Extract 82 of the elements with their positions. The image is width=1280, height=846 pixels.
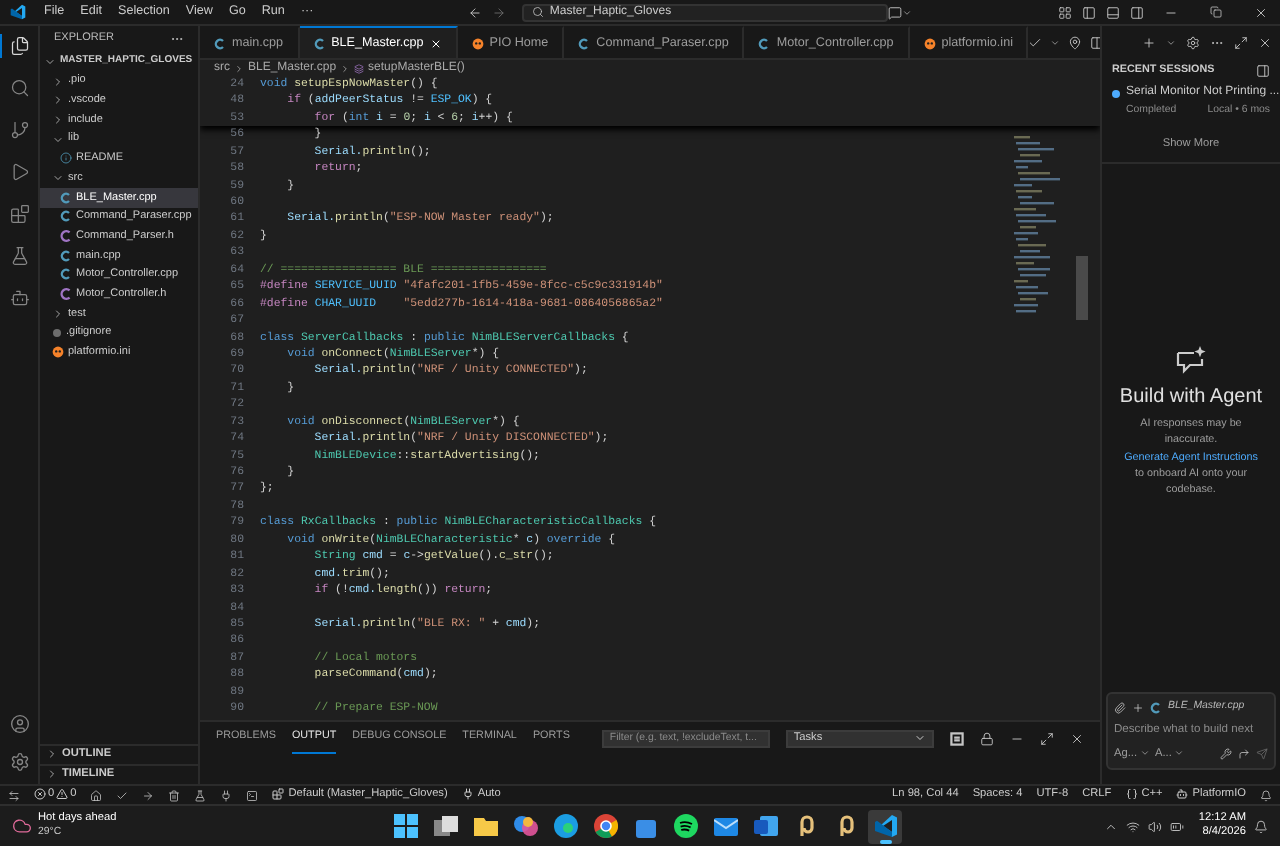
cpp-file-icon [214, 37, 226, 49]
blocks-icon [272, 788, 285, 801]
dot-icon [52, 327, 62, 338]
chevron-down-icon [52, 133, 64, 146]
trash-icon[interactable] [168, 789, 181, 801]
warning-icon [56, 788, 69, 801]
home-icon[interactable] [90, 789, 103, 801]
browser-ring-icon[interactable] [588, 809, 622, 843]
panel-bottom-icon[interactable] [1106, 5, 1121, 19]
check-icon[interactable] [116, 789, 129, 801]
battery-icon[interactable] [1170, 819, 1185, 833]
caret-icon [914, 732, 926, 744]
code-editor-icon[interactable] [868, 809, 902, 843]
chat-sparkle-icon [1174, 344, 1208, 375]
caret-icon [1173, 748, 1184, 759]
alien-head-icon [923, 37, 936, 49]
chevron-down-icon [44, 55, 56, 68]
restore-icon[interactable] [1210, 6, 1223, 18]
wifi-icon[interactable] [1126, 819, 1141, 833]
tools-icon[interactable] [1220, 747, 1232, 760]
add-icon[interactable] [1132, 702, 1144, 715]
split-editor-icon[interactable] [1090, 35, 1105, 49]
pin-icon[interactable] [1068, 35, 1083, 49]
layout-icon[interactable] [1058, 5, 1073, 19]
chat-heading: Build with Agent [1119, 384, 1263, 413]
caret-icon [1139, 748, 1150, 759]
cpp-file-icon [313, 37, 326, 49]
caret-icon [901, 7, 912, 17]
forward-arrow-icon[interactable] [491, 5, 506, 19]
header-file-icon [60, 230, 72, 243]
close-icon[interactable] [1258, 36, 1272, 50]
arrow-right-icon[interactable] [142, 789, 155, 801]
settings-icon[interactable] [9, 752, 29, 772]
music-app-icon[interactable] [668, 809, 702, 843]
notification-icon[interactable] [1254, 819, 1268, 833]
panel-icon[interactable] [1256, 63, 1270, 77]
braces-icon [1125, 788, 1138, 801]
browser-wave-icon[interactable] [548, 809, 582, 843]
account-icon[interactable] [9, 714, 29, 734]
search-icon [531, 6, 544, 18]
scrollbar-thumb[interactable] [1076, 256, 1088, 320]
chevron-right-icon [340, 63, 351, 73]
remote-icon[interactable] [8, 789, 20, 801]
windows-logo-icon[interactable] [388, 809, 422, 843]
cpp-file-icon [1150, 702, 1162, 715]
forward-icon[interactable] [1238, 747, 1250, 760]
chevron-down-icon [52, 171, 64, 184]
plug-icon [461, 788, 474, 801]
check-icon[interactable] [1028, 35, 1043, 49]
robot-face-icon [1176, 788, 1189, 801]
weather-icon [12, 816, 32, 836]
info-icon [60, 152, 72, 165]
close-icon[interactable] [1070, 731, 1084, 745]
panel-left-icon[interactable] [1082, 5, 1097, 19]
new-chat-icon[interactable] [1142, 36, 1156, 50]
alien-head-icon [471, 37, 484, 49]
error-icon [34, 788, 46, 801]
alien-head-icon [52, 346, 64, 359]
cpp-file-icon [758, 37, 771, 49]
panel-right-icon[interactable] [1130, 5, 1145, 19]
minimap-drawing[interactable] [1010, 136, 1066, 316]
close-icon[interactable] [1254, 5, 1269, 19]
lock-icon[interactable] [980, 731, 994, 745]
chevron-right-icon [52, 307, 64, 320]
caret-icon [1050, 37, 1061, 47]
paperclip-icon[interactable] [1114, 702, 1126, 715]
chevron-up-icon[interactable] [1104, 819, 1119, 833]
plug-icon[interactable] [220, 789, 233, 801]
terminal-icon[interactable] [246, 789, 259, 801]
chat-icon [887, 5, 902, 19]
caret-icon [1166, 38, 1176, 48]
header-file-icon [60, 288, 72, 301]
maximize-icon[interactable] [1040, 731, 1054, 745]
bell-icon[interactable] [1260, 789, 1272, 801]
chevron-right-icon [234, 63, 244, 73]
settings-icon[interactable] [1186, 36, 1200, 50]
flask-icon[interactable] [194, 789, 207, 801]
back-arrow-icon[interactable] [467, 5, 482, 19]
volume-icon[interactable] [1148, 819, 1163, 833]
status-dot [1112, 89, 1120, 97]
maximize-icon[interactable] [1234, 36, 1248, 50]
cpp-file-icon [578, 37, 591, 49]
